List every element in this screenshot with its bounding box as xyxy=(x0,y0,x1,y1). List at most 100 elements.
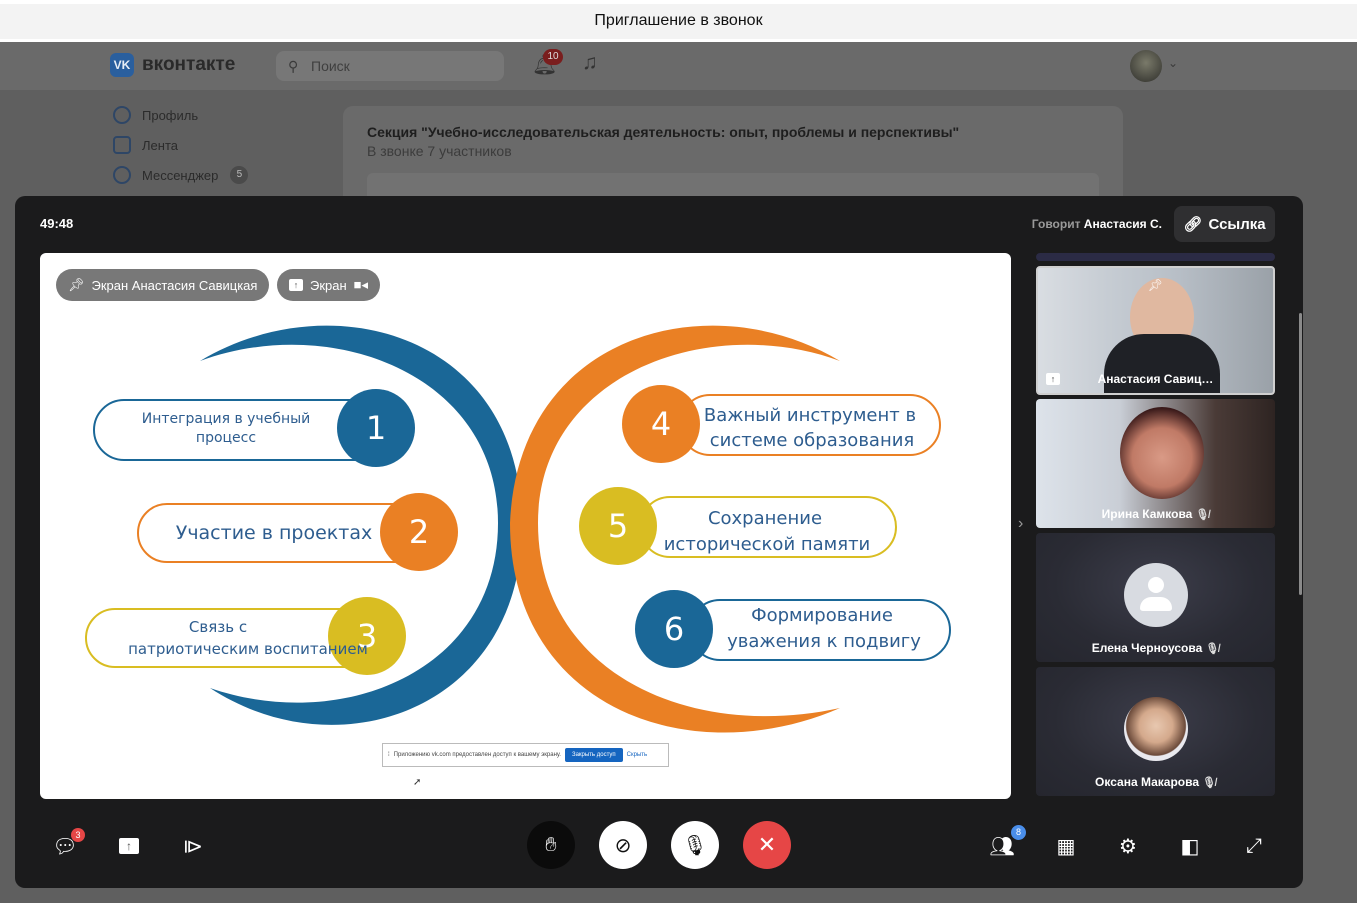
end-call-button[interactable]: ✕ xyxy=(743,821,791,869)
participant-name-row: Ирина Камкова 🎙︎̸ xyxy=(1036,507,1275,521)
number-5: 5 xyxy=(608,507,628,545)
vk-brand[interactable]: вконтакте xyxy=(142,54,235,76)
participant-name-row: Елена Черноусова 🎙︎̸ xyxy=(1036,641,1275,655)
item-6-line-2: уважения к подвигу xyxy=(727,631,921,652)
item-4-line-2: системе образования xyxy=(710,430,915,451)
participant-tile[interactable]: 📌︎ ↑ Анастасия Савиц… xyxy=(1036,266,1275,395)
screen-chip[interactable]: ↑ Экран ■◂ xyxy=(277,269,381,301)
pip-button[interactable]: ◧ xyxy=(1176,832,1204,860)
avatar-head xyxy=(1148,577,1164,593)
copy-link-button[interactable]: 🔗︎ Ссылка xyxy=(1174,206,1275,242)
item-1-line-1: Интеграция в учебный xyxy=(142,411,311,427)
call-card: Секция "Учебно-исследовательская деятель… xyxy=(343,106,1123,206)
participants-button[interactable]: 👥︎ 8 xyxy=(988,825,1026,860)
raise-hand-button[interactable]: ✋︎ xyxy=(527,821,575,869)
call-card-title: Секция "Учебно-исследовательская деятель… xyxy=(367,124,960,140)
participant-name: Анастасия Савиц… xyxy=(1097,372,1214,386)
share-notice-text: Приложению vk.com предоставлен доступ к … xyxy=(393,752,561,758)
chevron-right-icon[interactable]: › xyxy=(1018,515,1023,533)
mouse-cursor-icon: ➚ xyxy=(413,777,422,788)
participant-tile-partial xyxy=(1036,253,1275,261)
screen-share-stage[interactable]: 1 2 3 4 5 6 Интеграция в учебный процесс… xyxy=(40,253,1011,799)
fullscreen-button[interactable]: ⤢ xyxy=(1240,832,1268,860)
vk-logo-icon[interactable]: VK xyxy=(110,53,134,77)
avatar-placeholder-icon xyxy=(1124,563,1188,627)
messenger-icon xyxy=(113,166,131,184)
presentation-slide: 1 2 3 4 5 6 Интеграция в учебный процесс… xyxy=(85,325,951,733)
camera-off-icon: ⊘ xyxy=(614,834,632,857)
drag-handle-icon[interactable]: ⁞ xyxy=(388,752,390,758)
search-icon: ⚲ xyxy=(288,58,299,74)
speaking-prefix: Говорит xyxy=(1031,217,1081,231)
item-3-line-1: Связь с xyxy=(189,618,247,636)
screen-chip-label: Экран xyxy=(310,277,347,293)
speaking-name: Анастасия С. xyxy=(1083,217,1162,231)
item-4-line-1: Важный инструмент в xyxy=(704,405,916,426)
avatar xyxy=(1124,697,1188,761)
pinned-screen-chip[interactable]: 📌︎ Экран Анастасия Савицкая xyxy=(56,269,270,301)
mic-off-icon: 🎙︎̸ xyxy=(1205,643,1220,655)
broadcast-icon: ⧐ xyxy=(183,835,203,858)
gear-icon: ⚙ xyxy=(1119,835,1137,858)
participant-name: Елена Черноусова xyxy=(1091,641,1203,655)
sidebar-item-label: Профиль xyxy=(142,107,199,123)
participants-scrollbar[interactable] xyxy=(1299,313,1302,595)
search-input[interactable]: ⚲ Поиск xyxy=(276,51,504,81)
mic-off-icon: 🎙︎̸ xyxy=(1202,777,1216,789)
number-1: 1 xyxy=(366,409,386,447)
item-5-line-1: Сохранение xyxy=(708,508,822,529)
item-5-line-2: исторической памяти xyxy=(664,534,871,555)
participant-name: Оксана Макарова xyxy=(1095,775,1199,789)
link-icon: 🔗︎ xyxy=(1183,216,1203,233)
avatar[interactable] xyxy=(1130,50,1162,82)
mic-toggle-button[interactable]: 🎙︎ xyxy=(671,821,719,869)
number-6: 6 xyxy=(664,610,684,648)
sidebar-item-profile[interactable]: Профиль xyxy=(113,106,198,124)
participant-tile[interactable]: Оксана Макарова 🎙︎̸ xyxy=(1036,667,1275,796)
broadcast-button[interactable]: ⧐ xyxy=(179,832,207,860)
users-icon: 👥︎ xyxy=(989,835,1015,858)
item-6-line-1: Формирование xyxy=(751,605,893,626)
speaking-indicator: Говорит Анастасия С. xyxy=(1032,217,1162,231)
close-icon: ✕ xyxy=(757,832,777,857)
copy-link-label: Ссылка xyxy=(1208,215,1266,233)
chevron-down-icon[interactable]: ⌄ xyxy=(1168,56,1178,70)
sidebar-item-feed[interactable]: Лента xyxy=(113,136,178,154)
mic-off-icon: 🎙︎ xyxy=(682,834,708,857)
sidebar-item-messenger[interactable]: Мессенджер 5 xyxy=(113,166,249,184)
call-window: 49:48 Говорит Анастасия С. 🔗︎ Ссылка 1 2… xyxy=(15,196,1303,888)
pin-icon: 📌︎ xyxy=(68,277,85,292)
stop-sharing-button[interactable]: Закрыть доступ xyxy=(564,748,623,762)
participant-tile[interactable]: Елена Черноусова 🎙︎̸ xyxy=(1036,533,1275,662)
participants-badge: 8 xyxy=(1011,825,1026,840)
picture-in-picture-icon: ◧ xyxy=(1180,835,1200,858)
call-card-subtitle: В звонке 7 участников xyxy=(367,143,512,159)
grid-icon: ▦ xyxy=(1056,835,1076,858)
chat-button[interactable]: 💬︎ 3 xyxy=(51,828,85,860)
camera-toggle-button[interactable]: ⊘ xyxy=(599,821,647,869)
notifications-badge: 10 xyxy=(543,49,563,65)
share-screen-button[interactable]: ↑ xyxy=(115,832,143,860)
grid-view-button[interactable]: ▦ xyxy=(1052,832,1080,860)
share-notice: ⁞ Приложению vk.com предоставлен доступ … xyxy=(382,743,669,767)
search-placeholder: Поиск xyxy=(311,58,350,74)
item-2-line-1: Участие в проектах xyxy=(176,522,373,544)
sidebar-item-label: Мессенджер xyxy=(142,167,219,183)
camera-icon: ■◂ xyxy=(353,277,369,292)
mic-off-icon: 🎙︎̸ xyxy=(1195,509,1210,521)
hide-notice-link[interactable]: Скрыть xyxy=(627,752,647,758)
feed-icon xyxy=(113,136,131,154)
window-titlebar: Приглашение в звонок xyxy=(0,0,1357,42)
profile-icon xyxy=(113,106,131,124)
call-timer: 49:48 xyxy=(40,216,74,231)
vk-header: VK вконтакте ⚲ Поиск 🔔︎ 10 ♫ ⌄ xyxy=(0,42,1357,90)
pin-icon[interactable]: 📌︎ xyxy=(1148,278,1163,292)
item-1-line-2: процесс xyxy=(196,430,256,446)
music-icon[interactable]: ♫ xyxy=(582,51,598,75)
number-2: 2 xyxy=(409,513,429,551)
participant-name: Ирина Камкова xyxy=(1101,507,1193,521)
participant-tile[interactable]: Ирина Камкова 🎙︎̸ xyxy=(1036,399,1275,528)
participant-video xyxy=(1120,407,1204,499)
settings-button[interactable]: ⚙ xyxy=(1114,832,1142,860)
fullscreen-icon: ⤢ xyxy=(1246,834,1262,857)
